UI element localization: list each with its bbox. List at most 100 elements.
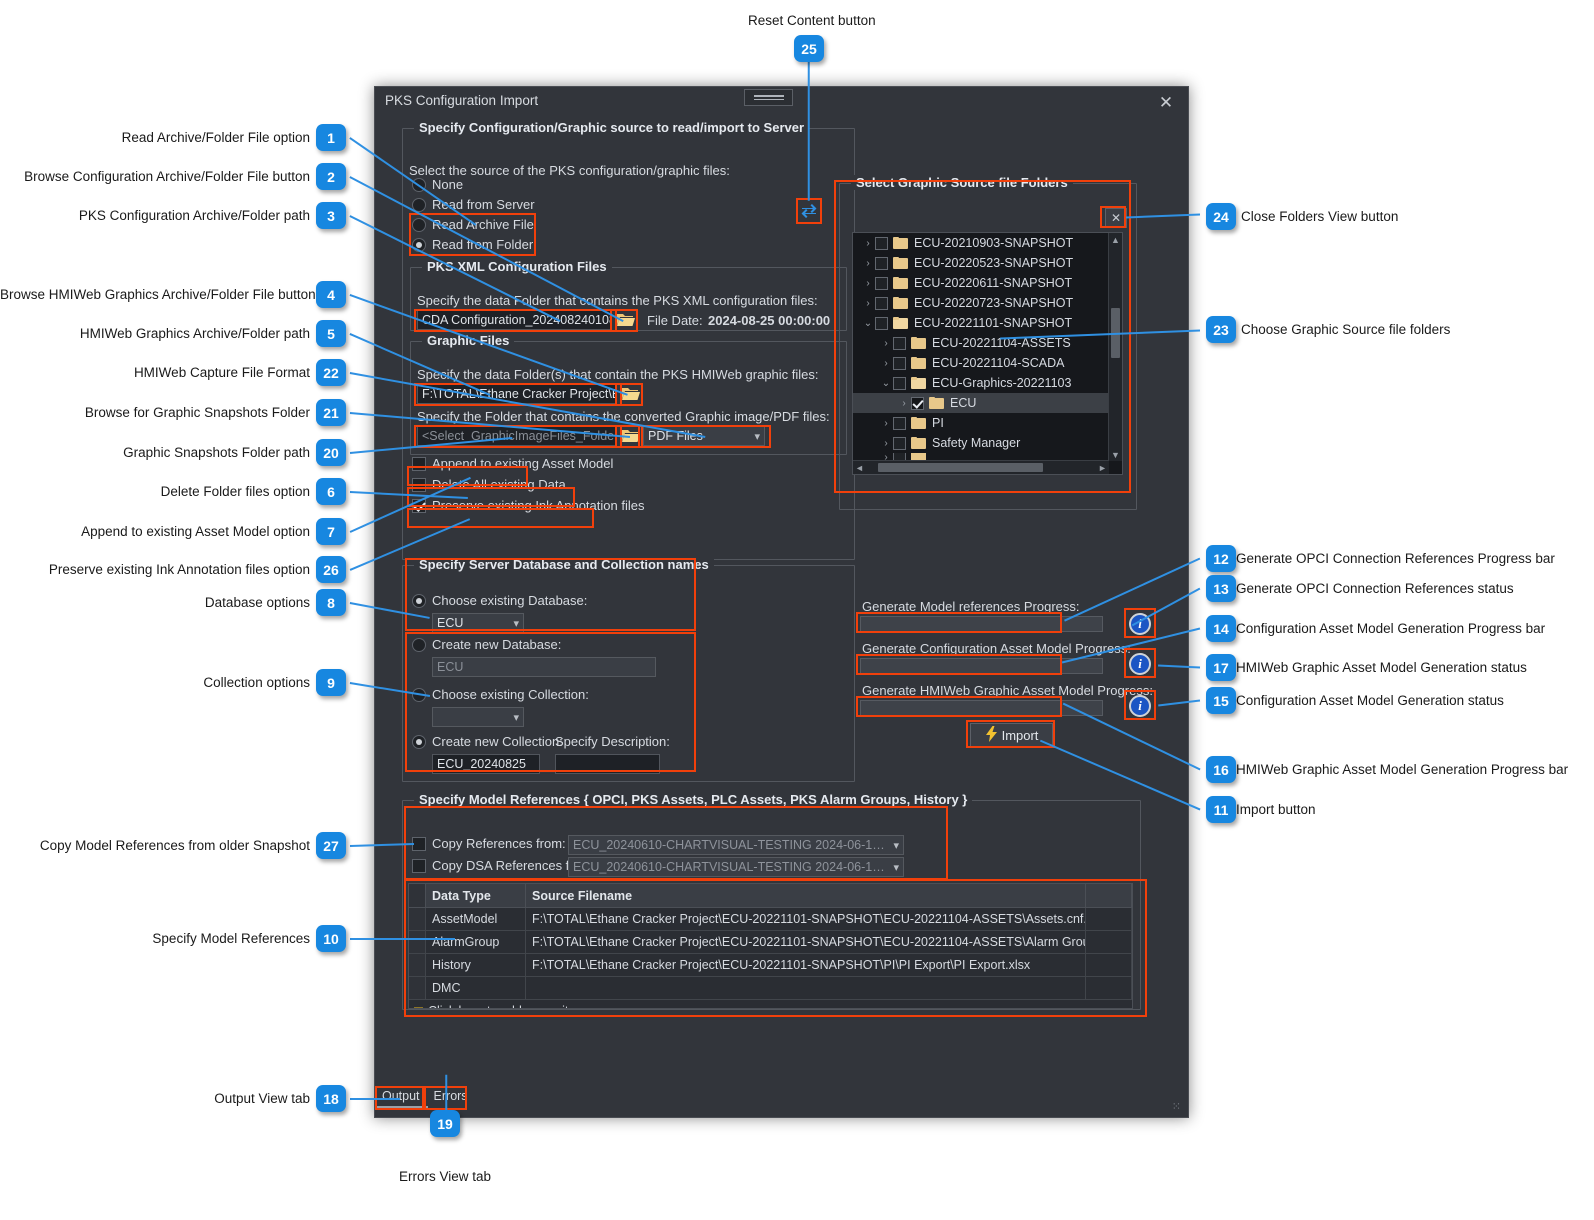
checkbox-delete-all-existing-data[interactable] (412, 478, 426, 492)
tree-item[interactable]: ⌄ ECU-20221101-SNAPSHOT (853, 313, 1109, 333)
chevron-right-icon[interactable]: › (861, 278, 875, 289)
pks-config-path-input[interactable]: CDA Configuration_20240824010825 (417, 310, 611, 330)
radio-choose-existing-database[interactable] (412, 594, 426, 608)
existing-collection-select[interactable]: ▾ (432, 707, 524, 727)
chevron-down-icon: ▾ (513, 617, 519, 630)
annotation-label-13: Generate OPCI Connection References stat… (1236, 581, 1514, 596)
annotation-badge-8: 8 (316, 589, 346, 616)
table-row[interactable]: AlarmGroup F:\TOTAL\Ethane Cracker Projec… (409, 931, 1132, 954)
cell-source-filename[interactable]: F:\TOTAL\Ethane Cracker Project\ECU-2022… (526, 908, 1086, 930)
hmiweb-graphic-asset-model-status-icon[interactable]: i (1129, 695, 1151, 717)
tree-vertical-scrollbar[interactable]: ▲ ▼ (1108, 233, 1122, 461)
browse-hmiweb-graphics-folder-button[interactable] (618, 384, 644, 404)
new-database-input[interactable]: ECU (432, 657, 656, 677)
new-collection-input[interactable]: ECU_20240825 (432, 754, 540, 774)
tree-item[interactable]: › ECU-20210903-SNAPSHOT (853, 233, 1109, 253)
checkbox-append-asset-model[interactable] (412, 457, 426, 471)
chevron-right-icon[interactable]: › (879, 338, 893, 349)
tree-item-checkbox[interactable] (893, 436, 906, 450)
tree-item-checkbox[interactable] (875, 276, 888, 290)
tree-item-checkbox[interactable] (875, 296, 888, 310)
resize-grip[interactable]: ⁙ (1172, 1100, 1182, 1113)
existing-database-select[interactable]: ECU ▾ (432, 613, 524, 633)
chevron-right-icon[interactable]: › (879, 358, 893, 369)
configuration-asset-model-status-icon[interactable]: i (1129, 653, 1151, 675)
radio-create-new-database[interactable] (412, 638, 426, 652)
folder-icon (911, 417, 926, 429)
chevron-right-icon[interactable]: › (879, 418, 893, 429)
tree-item[interactable]: ⌄ ECU-Graphics-20221103 (853, 373, 1109, 393)
model-references-grid[interactable]: Data Type Source Filename AssetModel F:\T… (408, 883, 1133, 1009)
tree-item[interactable]: › ECU-20221104-SCADA (853, 353, 1109, 373)
tree-item-checkbox[interactable] (893, 336, 906, 350)
radio-read-archive-file[interactable] (412, 218, 426, 232)
chevron-down-icon[interactable]: ⌄ (879, 378, 893, 389)
cell-source-filename[interactable] (526, 977, 1086, 999)
cell-data-type[interactable]: History (426, 954, 526, 976)
annotation-label-10: Specify Model References (152, 931, 310, 946)
tree-item[interactable]: › ECU-20220723-SNAPSHOT (853, 293, 1109, 313)
annotation-badge-15: 15 (1206, 687, 1236, 714)
annotation-badge-19: 19 (430, 1110, 460, 1137)
cell-source-filename[interactable]: F:\TOTAL\Ethane Cracker Project\ECU-2022… (526, 954, 1086, 976)
chevron-right-icon[interactable]: › (879, 438, 893, 449)
import-button-label: Import (1001, 727, 1039, 743)
tree-item-checkbox[interactable] (893, 416, 906, 430)
scroll-down-icon[interactable]: ▼ (1109, 448, 1122, 461)
cell-data-type[interactable]: AssetModel (426, 908, 526, 930)
tab-errors[interactable]: Errors (428, 1087, 476, 1108)
tree-item[interactable]: › ECU-20220523-SNAPSHOT (853, 253, 1109, 273)
tree-item[interactable]: › ECU-20220611-SNAPSHOT (853, 273, 1109, 293)
annotation-badge-6: 6 (316, 478, 346, 505)
tree-item-checkbox[interactable] (875, 256, 888, 270)
tree-item[interactable]: › ECU (853, 393, 1109, 413)
grid-add-new-row[interactable]: Click here to add a new item... (409, 1000, 1132, 1008)
tree-item-checkbox[interactable] (893, 356, 906, 370)
table-row[interactable]: DMC (409, 977, 1132, 1000)
annotation-badge-12: 12 (1206, 545, 1236, 572)
tree-horizontal-scrollbar[interactable]: ◄ ► (853, 460, 1109, 474)
close-icon[interactable]: ✕ (1152, 91, 1180, 113)
scroll-up-icon[interactable]: ▲ (1109, 233, 1122, 246)
copy-references-from-label: Copy References from: (432, 836, 566, 851)
create-new-database-label: Create new Database: (432, 637, 562, 652)
table-row[interactable]: History F:\TOTAL\Ethane Cracker Project\E… (409, 954, 1132, 977)
chevron-down-icon[interactable]: ⌄ (861, 318, 875, 329)
tree-item-checkbox[interactable] (911, 396, 924, 410)
cell-data-type[interactable]: AlarmGroup (426, 931, 526, 953)
tree-item-checkbox[interactable] (875, 316, 888, 330)
radio-none-label: None (432, 177, 464, 192)
tree-hscroll-thumb[interactable] (878, 463, 1043, 472)
browse-config-folder-button[interactable] (613, 310, 639, 330)
grid-col-data-type[interactable]: Data Type (426, 884, 526, 907)
copy-references-source-select[interactable]: ECU_20240610-CHARTVISUAL-TESTING 2024-06… (568, 835, 904, 855)
import-button[interactable]: Import (970, 723, 1053, 747)
chevron-right-icon[interactable]: › (861, 258, 875, 269)
copy-dsa-references-source-select[interactable]: ECU_20240610-CHARTVISUAL-TESTING 2024-06… (568, 857, 904, 877)
collection-description-input[interactable] (555, 754, 660, 774)
scroll-right-icon[interactable]: ► (1096, 461, 1109, 474)
tree-item-checkbox[interactable] (875, 236, 888, 250)
grid-col-source-filename[interactable]: Source Filename (526, 884, 1086, 907)
checkbox-copy-dsa-references-from[interactable] (412, 859, 426, 873)
sync-arrows-icon[interactable] (797, 199, 821, 223)
cell-source-filename[interactable]: F:\TOTAL\Ethane Cracker Project\ECU-2022… (526, 931, 1086, 953)
chevron-right-icon[interactable]: › (861, 298, 875, 309)
reset-content-button[interactable] (744, 89, 793, 106)
cell-data-type[interactable]: DMC (426, 977, 526, 999)
radio-create-new-collection[interactable] (412, 735, 426, 749)
close-folders-view-button[interactable]: ✕ (1105, 208, 1127, 228)
annotation-label-18: Output View tab (214, 1091, 310, 1106)
annotation-badge-23: 23 (1206, 316, 1236, 343)
table-row[interactable]: AssetModel F:\TOTAL\Ethane Cracker Projec… (409, 908, 1132, 931)
tree-item[interactable]: › PI (853, 413, 1109, 433)
chevron-right-icon[interactable]: › (897, 398, 911, 409)
tree-item[interactable]: › Safety Manager (853, 433, 1109, 453)
scroll-left-icon[interactable]: ◄ (853, 461, 866, 474)
chevron-right-icon[interactable]: › (861, 238, 875, 249)
hmiweb-graphics-path-input[interactable]: F:\TOTAL\Ethane Cracker Project\ECU (417, 384, 616, 404)
graphic-source-folder-tree[interactable]: › ECU-20210903-SNAPSHOT › ECU-20220523-SNAP… (852, 232, 1123, 475)
grid-col-extra (1086, 884, 1132, 907)
checkbox-copy-references-from[interactable] (412, 837, 426, 851)
tree-item-checkbox[interactable] (893, 376, 906, 390)
